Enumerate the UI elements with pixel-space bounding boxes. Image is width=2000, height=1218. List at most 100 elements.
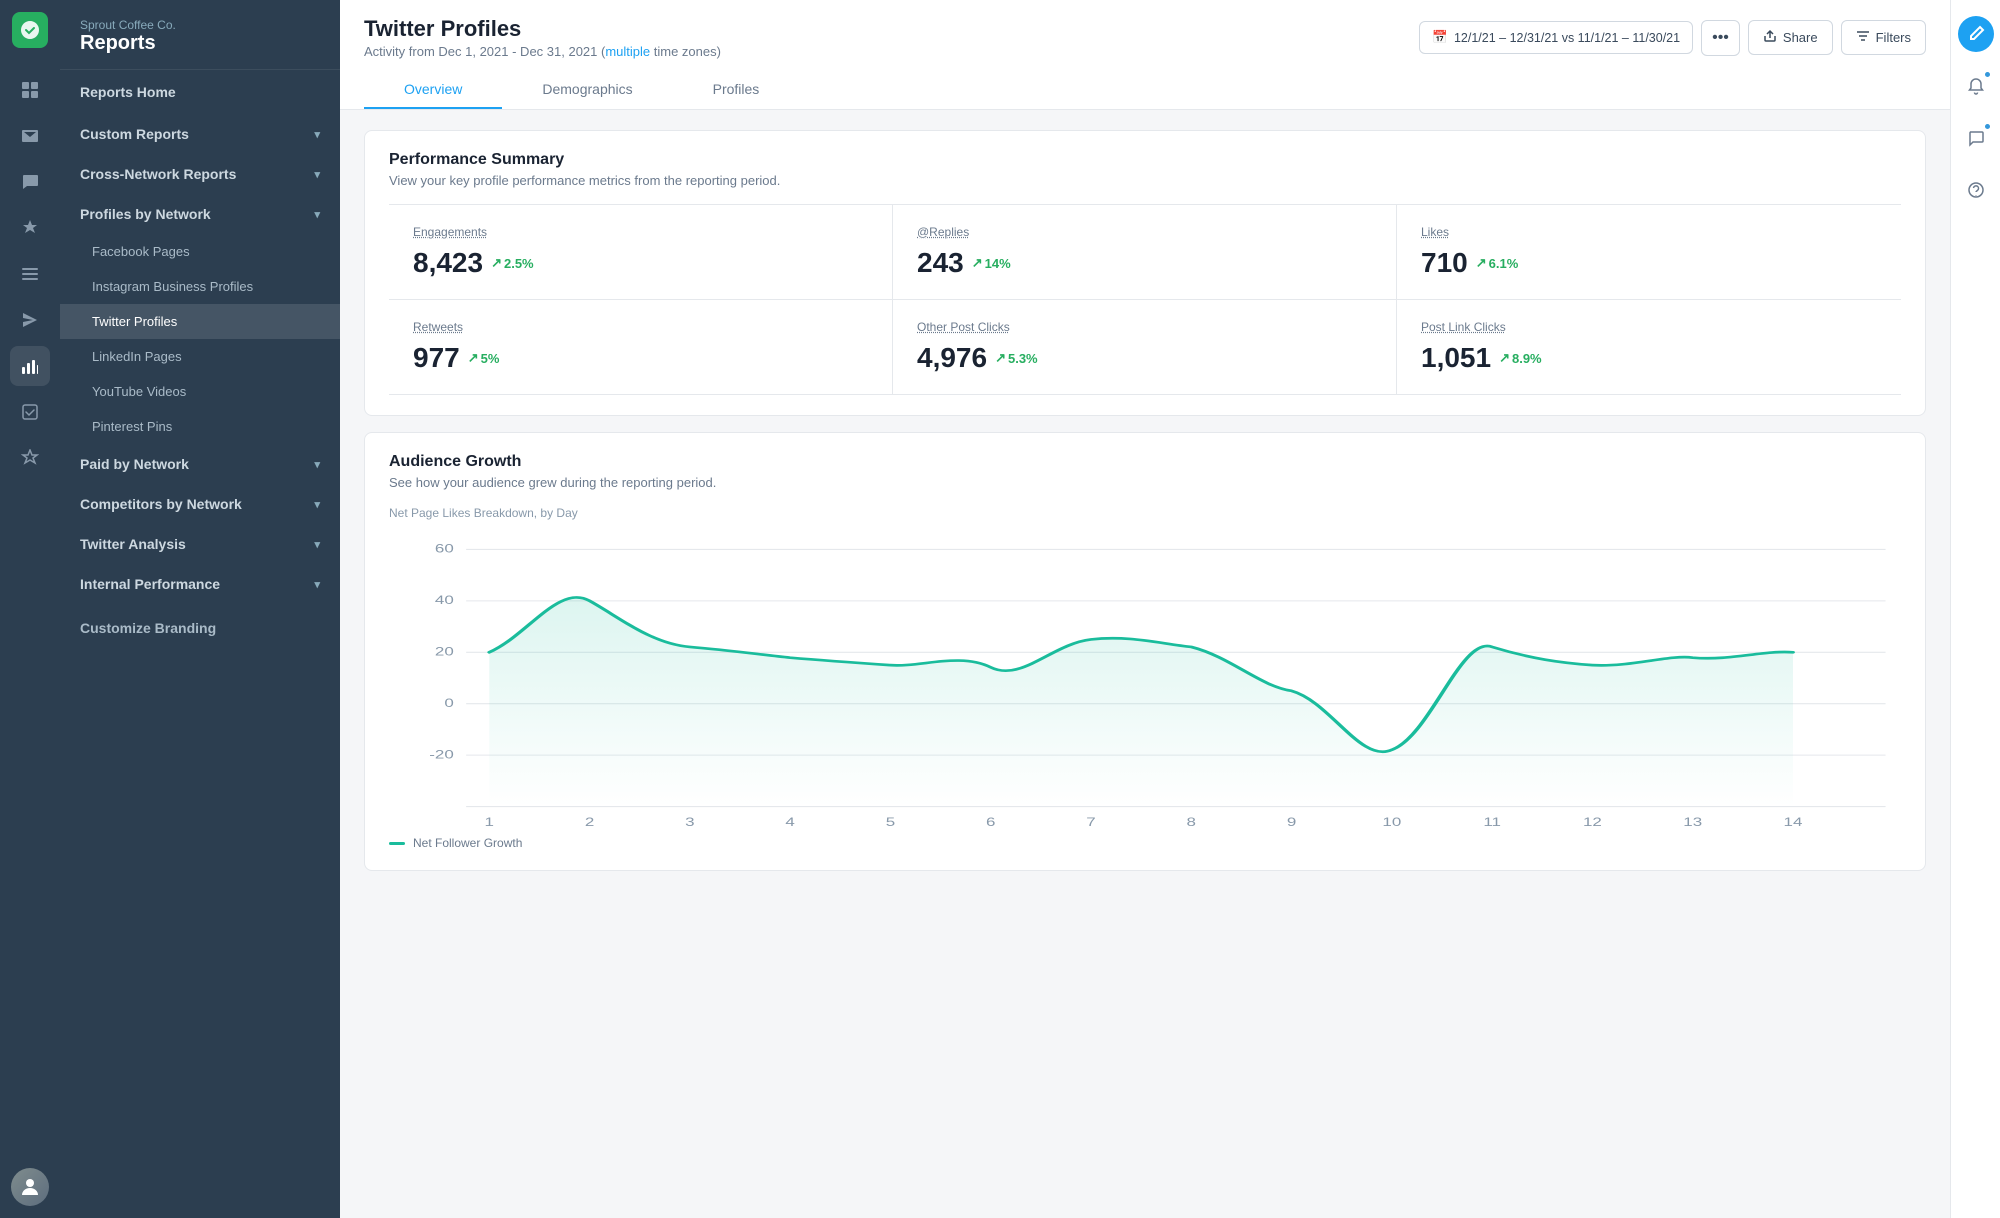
arrow-up-icon	[1499, 350, 1510, 366]
chat-icon[interactable]	[1958, 120, 1994, 156]
more-options-button[interactable]: •••	[1701, 20, 1740, 56]
nav-analytics-icon[interactable]	[10, 346, 50, 386]
multiple-timezones-link[interactable]: multiple	[605, 44, 650, 59]
metric-post-link-clicks-value: 1,051 8.9%	[1421, 342, 1877, 374]
main-content: Twitter Profiles Activity from Dec 1, 20…	[340, 0, 1950, 1218]
metric-other-post-clicks-value: 4,976 5.3%	[917, 342, 1372, 374]
date-range-button[interactable]: 📅 12/1/21 – 12/31/21 vs 11/1/21 – 11/30/…	[1419, 21, 1693, 54]
tab-profiles[interactable]: Profiles	[673, 71, 800, 109]
filter-icon	[1856, 29, 1870, 46]
metric-likes: Likes 710 6.1%	[1397, 205, 1901, 300]
metric-engagements-change: 2.5%	[491, 255, 534, 271]
sidebar-section-cross-network[interactable]: Cross-Network Reports ▾	[60, 154, 340, 194]
audience-growth-chart: 60 40 20 0 -20 1 Dec 2 3 4 5 6 7 8 9 1	[389, 528, 1901, 828]
sidebar-section-custom-reports[interactable]: Custom Reports ▾	[60, 114, 340, 154]
metric-retweets-value: 977 5%	[413, 342, 868, 374]
sidebar-item-facebook-pages[interactable]: Facebook Pages	[60, 234, 340, 269]
svg-text:-20: -20	[429, 749, 454, 762]
nav-home-icon[interactable]	[10, 70, 50, 110]
metric-replies-label: @Replies	[917, 225, 1372, 239]
sidebar-item-reports-home[interactable]: Reports Home	[60, 70, 340, 114]
share-icon	[1763, 29, 1777, 46]
nav-tasks-icon[interactable]	[10, 392, 50, 432]
metric-likes-change: 6.1%	[1476, 255, 1519, 271]
metric-post-link-clicks: Post Link Clicks 1,051 8.9%	[1397, 300, 1901, 395]
svg-text:0: 0	[444, 697, 453, 710]
svg-text:4: 4	[785, 816, 794, 828]
svg-text:12: 12	[1583, 816, 1602, 828]
sidebar-item-instagram-business[interactable]: Instagram Business Profiles	[60, 269, 340, 304]
chevron-down-icon: ▾	[314, 168, 320, 181]
nav-list-icon[interactable]	[10, 254, 50, 294]
performance-summary-subtitle: View your key profile performance metric…	[389, 173, 1901, 188]
metric-other-post-clicks-change: 5.3%	[995, 350, 1038, 366]
icon-rail	[0, 0, 60, 1218]
sidebar-item-twitter-profiles[interactable]: Twitter Profiles	[60, 304, 340, 339]
chevron-down-icon: ▾	[314, 458, 320, 471]
svg-text:6: 6	[986, 816, 995, 828]
share-label: Share	[1783, 30, 1818, 45]
metric-retweets-change: 5%	[468, 350, 500, 366]
help-icon[interactable]	[1958, 172, 1994, 208]
legend-label: Net Follower Growth	[413, 836, 522, 850]
metric-engagements-label: Engagements	[413, 225, 868, 239]
arrow-up-icon	[468, 350, 479, 366]
content-area: Performance Summary View your key profil…	[340, 110, 1950, 1218]
chevron-down-icon: ▾	[314, 578, 320, 591]
metric-engagements: Engagements 8,423 2.5%	[389, 205, 893, 300]
metric-other-post-clicks: Other Post Clicks 4,976 5.3%	[893, 300, 1397, 395]
sidebar-section-competitors[interactable]: Competitors by Network ▾	[60, 484, 340, 524]
sidebar-item-linkedin-pages[interactable]: LinkedIn Pages	[60, 339, 340, 374]
topbar: Twitter Profiles Activity from Dec 1, 20…	[340, 0, 1950, 110]
nav-messages-icon[interactable]	[10, 162, 50, 202]
svg-text:13: 13	[1683, 816, 1702, 828]
svg-text:60: 60	[435, 543, 454, 556]
metric-likes-label: Likes	[1421, 225, 1877, 239]
nav-inbox-icon[interactable]	[10, 116, 50, 156]
arrow-up-icon	[972, 255, 983, 271]
arrow-up-icon	[995, 350, 1006, 366]
sidebar-item-youtube-videos[interactable]: YouTube Videos	[60, 374, 340, 409]
page-title: Twitter Profiles	[364, 16, 721, 42]
metric-post-link-clicks-label: Post Link Clicks	[1421, 320, 1877, 334]
share-button[interactable]: Share	[1748, 20, 1833, 55]
nav-star-icon[interactable]	[10, 438, 50, 478]
legend-color	[389, 842, 405, 845]
chevron-down-icon: ▾	[314, 498, 320, 511]
chart-fill	[489, 597, 1793, 806]
svg-text:5: 5	[886, 816, 895, 828]
metric-retweets-label: Retweets	[413, 320, 868, 334]
sidebar-section-profiles-by-network[interactable]: Profiles by Network ▾	[60, 194, 340, 234]
logo[interactable]	[12, 12, 48, 48]
metric-replies-change: 14%	[972, 255, 1011, 271]
svg-text:10: 10	[1382, 816, 1401, 828]
tab-demographics[interactable]: Demographics	[502, 71, 672, 109]
user-avatar[interactable]	[11, 1168, 49, 1206]
audience-growth-title: Audience Growth	[389, 453, 1901, 471]
sidebar-item-pinterest-pins[interactable]: Pinterest Pins	[60, 409, 340, 444]
metric-replies-value: 243 14%	[917, 247, 1372, 279]
audience-growth-subtitle: See how your audience grew during the re…	[389, 475, 1901, 490]
sidebar-section-internal-performance[interactable]: Internal Performance ▾	[60, 564, 340, 604]
nav-pin-icon[interactable]	[10, 208, 50, 248]
page-title-area: Twitter Profiles Activity from Dec 1, 20…	[364, 16, 721, 59]
svg-text:20: 20	[435, 646, 454, 659]
svg-text:3: 3	[685, 816, 694, 828]
notifications-icon[interactable]	[1958, 68, 1994, 104]
svg-text:11: 11	[1483, 816, 1501, 828]
metric-other-post-clicks-label: Other Post Clicks	[917, 320, 1372, 334]
sidebar-section-twitter-analysis[interactable]: Twitter Analysis ▾	[60, 524, 340, 564]
sidebar-section-paid-by-network[interactable]: Paid by Network ▾	[60, 444, 340, 484]
sidebar-header: Sprout Coffee Co. Reports	[60, 0, 340, 70]
nav-send-icon[interactable]	[10, 300, 50, 340]
filters-label: Filters	[1876, 30, 1911, 45]
compose-button[interactable]	[1958, 16, 1994, 52]
tab-overview[interactable]: Overview	[364, 71, 502, 109]
svg-text:14: 14	[1784, 816, 1803, 828]
sidebar-item-customize-branding[interactable]: Customize Branding	[60, 604, 340, 650]
chart-legend: Net Follower Growth	[389, 836, 1901, 850]
subtitle-text: Activity from Dec 1, 2021 - Dec 31, 2021…	[364, 44, 605, 59]
filters-button[interactable]: Filters	[1841, 20, 1926, 55]
calendar-icon: 📅	[1432, 30, 1448, 45]
chat-badge	[1983, 122, 1992, 131]
